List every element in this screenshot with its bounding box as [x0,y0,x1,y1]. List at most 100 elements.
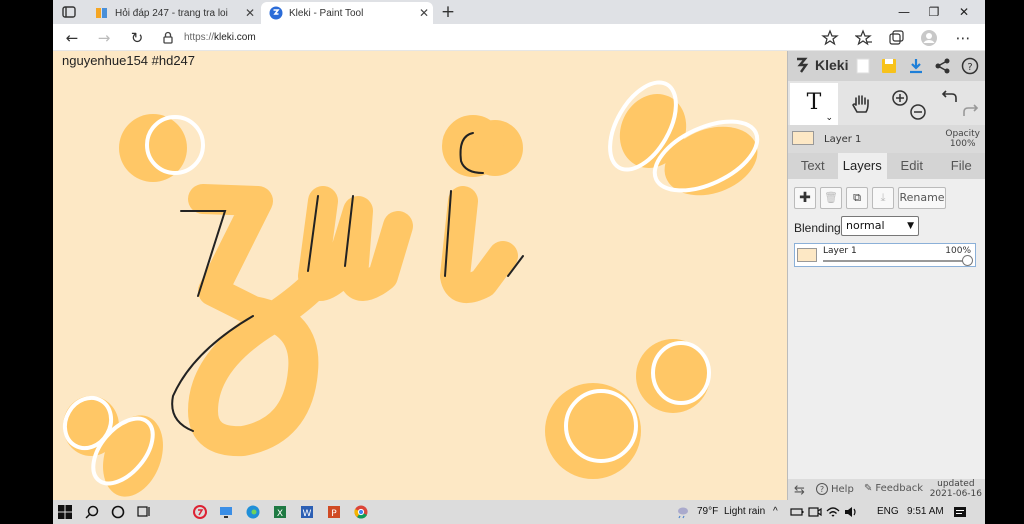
lock-icon [163,31,173,44]
forward-icon[interactable]: → [94,28,114,48]
maximize-button[interactable]: ❐ [919,3,949,21]
weather-icon[interactable] [675,504,691,520]
merge-down-icon[interactable]: ⤓ [872,187,894,209]
favorites-icon[interactable] [855,29,873,47]
kleki-logo[interactable]: Kleki [794,56,848,74]
redo-icon[interactable] [958,101,980,123]
edge-browser-icon[interactable] [245,504,261,520]
more-options-icon[interactable]: ⋯ [953,28,973,48]
url-text: https://kleki.com [184,32,256,43]
paint-blob [545,383,641,479]
tab-actions-icon[interactable] [61,4,77,20]
kleki-tabs: Text Layers Edit File [788,153,985,179]
rename-button[interactable]: Rename [898,187,946,209]
duplicate-layer-icon[interactable]: ⧉ [846,187,868,209]
cortana-icon[interactable] [110,504,126,520]
tab-edit[interactable]: Edit [887,153,937,179]
close-tab-icon[interactable]: ✕ [241,6,259,20]
screen: Hỏi đáp 247 - trang tra loi ✕ Kleki - Pa… [0,0,1024,524]
tab-text[interactable]: Text [788,153,838,179]
layers-pane: ✚ 🗑 ⧉ ⤓ Rename Blending normal ▼ Layer 1… [788,179,985,479]
battery-icon[interactable] [789,504,805,520]
meet-now-icon[interactable] [807,504,823,520]
svg-text:?: ? [967,62,972,73]
excel-icon[interactable]: X [272,504,288,520]
minimize-button[interactable]: — [889,3,919,21]
search-icon[interactable] [84,504,100,520]
pencil-icon: ✎ [864,483,873,494]
updated-info: updated 2021-06-16 [929,479,982,499]
reload-icon[interactable]: ↻ [127,28,147,48]
monitor-icon[interactable] [218,504,234,520]
layer-thumbnail [792,131,814,145]
help-link[interactable]: ? Help [816,483,854,495]
text-tool-button[interactable]: T ⌄ [790,83,838,125]
tab-kleki[interactable]: Kleki - Paint Tool ✕ [261,2,433,24]
save-icon[interactable] [880,57,898,75]
back-icon[interactable]: ← [62,28,82,48]
language-indicator[interactable]: ENG [877,506,899,517]
delete-layer-icon[interactable]: 🗑 [820,187,842,209]
tab-strip: Hỏi đáp 247 - trang tra loi ✕ Kleki - Pa… [53,0,985,24]
layer-list-item[interactable]: Layer 1 100% [794,243,976,267]
new-image-icon[interactable] [854,57,872,75]
help-icon[interactable]: ? [961,57,979,75]
blending-label: Blending [794,221,841,235]
kleki-logo-text: Kleki [815,57,849,73]
layer-thumbnail [797,248,817,262]
svg-text:P: P [331,509,337,519]
download-icon[interactable] [907,57,925,75]
weather-temp[interactable]: 79°F [697,506,718,517]
svg-text:X: X [277,509,283,519]
opacity-slider-handle[interactable] [962,255,973,266]
add-layer-button[interactable]: ✚ [794,187,816,209]
swap-icon[interactable]: ⇆ [794,483,805,498]
tab-file[interactable]: File [937,153,986,179]
zui-lettering [188,115,518,457]
tab-layers[interactable]: Layers [837,153,887,179]
close-window-button[interactable]: ✕ [949,3,979,21]
task-view-icon[interactable] [136,504,152,520]
app-red-icon[interactable] [192,504,208,520]
svg-text:W: W [303,509,312,519]
tool-row: T ⌄ [788,81,985,125]
page-content: nguyenhue154 #hd247 Kleki ? T ⌄ Layer 1 … [53,51,985,500]
tab-title: Hỏi đáp 247 - trang tra loi [115,7,228,19]
chevron-down-icon: ⌄ [825,113,833,123]
current-layer-name: Layer 1 [824,134,862,145]
windows-taskbar: X W P 79°F Light rain ^ ENG 9:51 AM [53,500,985,524]
notifications-icon[interactable] [952,504,968,520]
collections-icon[interactable] [887,29,905,47]
kleki-logo-icon [797,57,809,73]
chevron-down-icon: ▼ [907,221,914,231]
browser-window: Hỏi đáp 247 - trang tra loi ✕ Kleki - Pa… [53,0,985,500]
chrome-icon[interactable] [353,504,369,520]
blending-select[interactable]: normal ▼ [841,216,919,236]
clock[interactable]: 9:51 AM [907,506,944,517]
powerpoint-icon[interactable]: P [326,504,342,520]
word-icon[interactable]: W [299,504,315,520]
current-layer-row[interactable]: Layer 1 Opacity 100% [788,125,985,153]
tab-hoidap[interactable]: Hỏi đáp 247 - trang tra loi ✕ [87,2,259,24]
zoom-out-icon[interactable] [909,103,931,125]
windows-start-icon[interactable] [57,504,73,520]
kleki-favicon-icon [269,6,283,20]
share-icon[interactable] [934,57,952,75]
volume-icon[interactable] [843,504,859,520]
drawing-canvas[interactable]: nguyenhue154 #hd247 [53,51,787,500]
profile-avatar-icon[interactable] [920,29,938,47]
new-tab-button[interactable]: + [439,3,457,21]
chevron-up-icon[interactable]: ^ [773,506,778,517]
hand-tool-icon[interactable] [850,93,872,115]
tab-title: Kleki - Paint Tool [289,7,364,19]
canvas-drawing [62,80,760,497]
wifi-icon[interactable] [825,504,841,520]
feedback-link[interactable]: ✎ Feedback [864,483,923,494]
favorite-star-icon[interactable] [821,29,839,47]
kleki-footer: ⇆ ? Help ✎ Feedback updated 2021-06-16 [788,479,985,500]
address-bar[interactable]: https://kleki.com [160,27,820,48]
opacity-slider-track[interactable] [823,260,967,262]
close-tab-icon[interactable]: ✕ [415,6,433,20]
help-circle-icon: ? [816,483,828,495]
weather-text[interactable]: Light rain [724,506,765,517]
